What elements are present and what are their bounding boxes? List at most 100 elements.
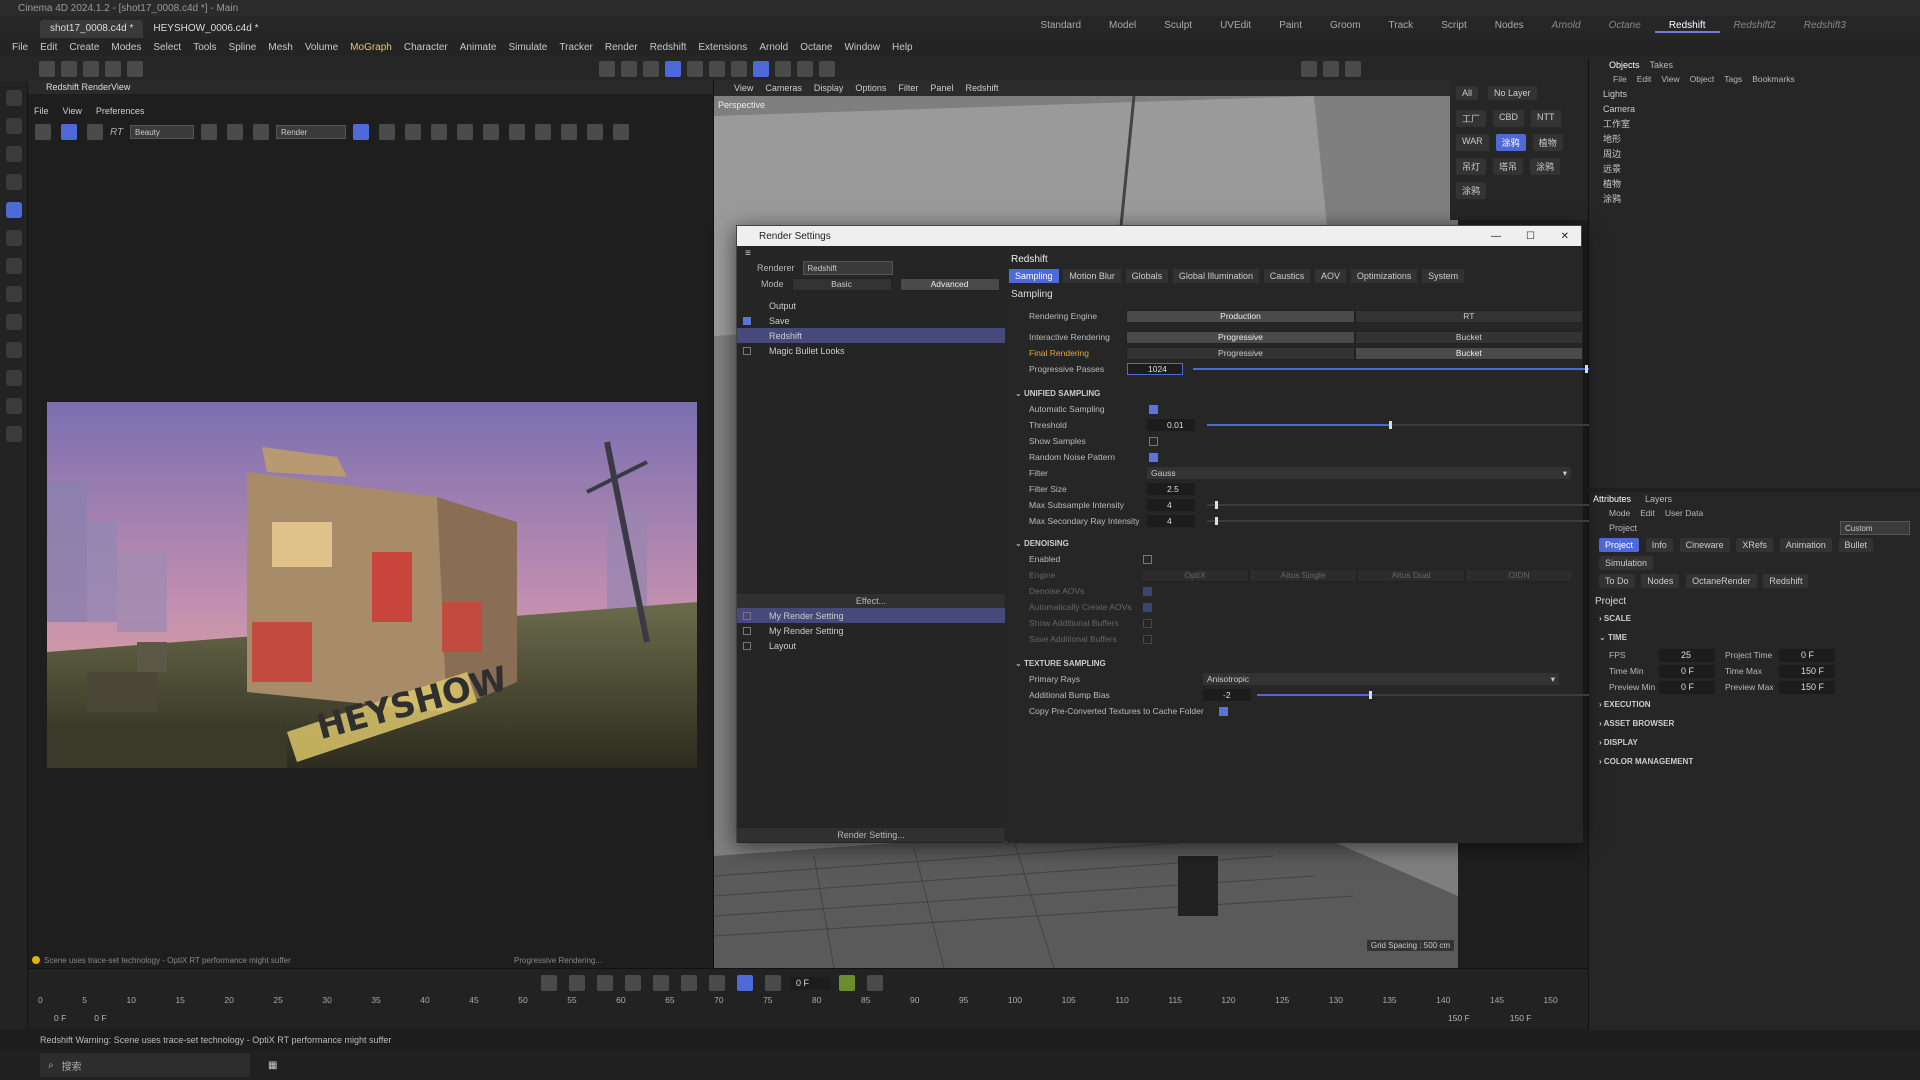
passes-slider-knob[interactable]	[1585, 365, 1588, 373]
snapshot-icon[interactable]	[561, 124, 577, 140]
attr-btn-info[interactable]: Info	[1645, 538, 1673, 552]
layer-tag[interactable]: 植物	[1532, 134, 1563, 151]
tab-attributes[interactable]: Attributes	[1593, 494, 1631, 504]
show-samples-checkbox[interactable]	[1149, 436, 1158, 446]
menu-animate[interactable]: Animate	[454, 42, 503, 53]
snap-icon[interactable]	[709, 61, 725, 77]
passes-slider[interactable]	[1193, 368, 1589, 370]
menu-mesh[interactable]: Mesh	[262, 42, 298, 53]
render-setting-checkbox[interactable]	[743, 611, 751, 620]
section-execution[interactable]: › EXECUTION	[1589, 695, 1920, 714]
rotate-icon[interactable]	[5, 202, 22, 218]
layer-tag[interactable]: 塔吊	[1493, 158, 1524, 175]
time-min-field[interactable]: 0 F	[1659, 664, 1715, 678]
menu-modes[interactable]: Modes	[105, 42, 147, 53]
attr-btn-todo[interactable]: To Do	[1599, 574, 1635, 588]
attr-btn-xrefs[interactable]: XRefs	[1736, 538, 1773, 552]
mode-basic-button[interactable]: Basic	[791, 277, 892, 291]
crop-icon[interactable]	[253, 124, 269, 140]
coordinate-system-icon[interactable]	[127, 61, 143, 77]
layout-groom[interactable]: Groom	[1316, 20, 1375, 33]
tab-global-illumination[interactable]: Global Illumination	[1172, 269, 1259, 283]
brush-icon[interactable]	[5, 370, 22, 386]
object-item[interactable]: 远景	[1589, 161, 1920, 176]
object-item[interactable]: 周边	[1589, 146, 1920, 161]
preview-end[interactable]: 150 F	[1510, 1013, 1532, 1023]
engine-production-button[interactable]: Production	[1126, 309, 1355, 323]
prev-frame-icon[interactable]	[597, 975, 613, 991]
next-frame-icon[interactable]	[653, 975, 669, 991]
maximize-icon[interactable]: ☐	[1526, 231, 1535, 242]
grid-snap-icon[interactable]	[731, 61, 747, 77]
save-checkbox[interactable]	[743, 316, 751, 325]
obj-menu-object[interactable]: Object	[1690, 74, 1715, 84]
timeline-ruler[interactable]: 0 5 10 15 20 25 30 35 40 45 50 55 60 65 …	[38, 995, 1558, 1005]
tab-caustics[interactable]: Caustics	[1263, 269, 1311, 283]
final-progressive-button[interactable]: Progressive	[1126, 346, 1355, 360]
layout-model[interactable]: Model	[1095, 20, 1150, 33]
menu-create[interactable]: Create	[63, 42, 105, 53]
render-setting-button[interactable]: Render Setting...	[737, 828, 1005, 842]
layout-standard[interactable]: Standard	[1026, 20, 1095, 33]
tab-globals[interactable]: Globals	[1125, 269, 1169, 283]
compare-icon[interactable]	[535, 124, 551, 140]
snowflake-icon[interactable]	[405, 124, 421, 140]
obj-menu-file[interactable]: File	[1613, 74, 1627, 84]
model-mode-icon[interactable]	[665, 61, 681, 77]
magic-bullet-checkbox[interactable]	[743, 346, 751, 355]
vp-menu-options[interactable]: Options	[855, 83, 886, 93]
doc-tab-2[interactable]: HEYSHOW_0006.c4d *	[143, 20, 268, 38]
max-secondary-track[interactable]	[1207, 520, 1589, 522]
threshold-field[interactable]: 0.01	[1147, 419, 1195, 431]
vp-menu-filter[interactable]: Filter	[898, 83, 918, 93]
edges-mode-icon[interactable]	[621, 61, 637, 77]
undo-icon[interactable]	[39, 61, 55, 77]
bump-bias-knob[interactable]	[1369, 691, 1372, 699]
tree-magic-bullet[interactable]: Magic Bullet Looks	[737, 343, 1005, 358]
spline-icon[interactable]	[5, 342, 22, 358]
object-item[interactable]: 地形	[1589, 131, 1920, 146]
preview-start[interactable]: 0 F	[94, 1013, 106, 1023]
menu-mograph[interactable]: MoGraph	[344, 42, 398, 53]
loop-icon[interactable]	[737, 975, 753, 991]
object-item[interactable]: 植物	[1589, 176, 1920, 191]
vp-menu-cameras[interactable]: Cameras	[765, 83, 802, 93]
timeline-start[interactable]: 0 F	[54, 1013, 66, 1023]
render-setting-item[interactable]: My Render Setting	[737, 608, 1005, 623]
layout-track[interactable]: Track	[1375, 20, 1428, 33]
task-view-icon[interactable]: ▦	[268, 1060, 277, 1071]
hamburger-icon[interactable]: ≡	[737, 246, 1005, 260]
history-icon[interactable]	[587, 124, 603, 140]
close-icon[interactable]: ✕	[1561, 231, 1569, 242]
attr-menu-userdata[interactable]: User Data	[1665, 508, 1703, 518]
menu-window[interactable]: Window	[838, 42, 886, 53]
section-color-management[interactable]: › COLOR MANAGEMENT	[1589, 752, 1920, 771]
copy-textures-checkbox[interactable]	[1219, 706, 1228, 716]
next-key-icon[interactable]	[681, 975, 697, 991]
project-time-field[interactable]: 0 F	[1779, 648, 1835, 662]
tab-aov[interactable]: AOV	[1315, 269, 1347, 283]
layer-tag[interactable]: 涂鸦	[1530, 158, 1561, 175]
object-item[interactable]: 涂鸦	[1589, 191, 1920, 206]
menu-volume[interactable]: Volume	[299, 42, 344, 53]
move-icon[interactable]	[5, 174, 22, 190]
tab-optimizations[interactable]: Optimizations	[1350, 269, 1418, 283]
unified-sampling-header[interactable]: ⌄ UNIFIED SAMPLING	[1007, 385, 1583, 401]
menu-simulate[interactable]: Simulate	[502, 42, 553, 53]
vp-menu-view[interactable]: View	[734, 83, 753, 93]
tab-takes[interactable]: Takes	[1650, 60, 1674, 70]
passes-field[interactable]: 1024	[1127, 363, 1183, 375]
sun-icon[interactable]	[431, 124, 447, 140]
layer-tag[interactable]: WAR	[1456, 134, 1489, 151]
menu-tracker[interactable]: Tracker	[553, 42, 599, 53]
color-icon[interactable]	[201, 124, 217, 140]
pen-icon[interactable]	[5, 314, 22, 330]
focus-icon[interactable]	[483, 124, 499, 140]
layer-tag[interactable]: 吊灯	[1456, 158, 1487, 175]
menu-help[interactable]: Help	[886, 42, 919, 53]
preview-min-field[interactable]: 0 F	[1659, 680, 1715, 694]
menu-character[interactable]: Character	[398, 42, 454, 53]
layer-tag[interactable]: 涂鸦	[1495, 134, 1526, 151]
bump-bias-slider[interactable]	[1257, 694, 1369, 696]
section-time[interactable]: ⌄ TIME	[1589, 628, 1920, 647]
